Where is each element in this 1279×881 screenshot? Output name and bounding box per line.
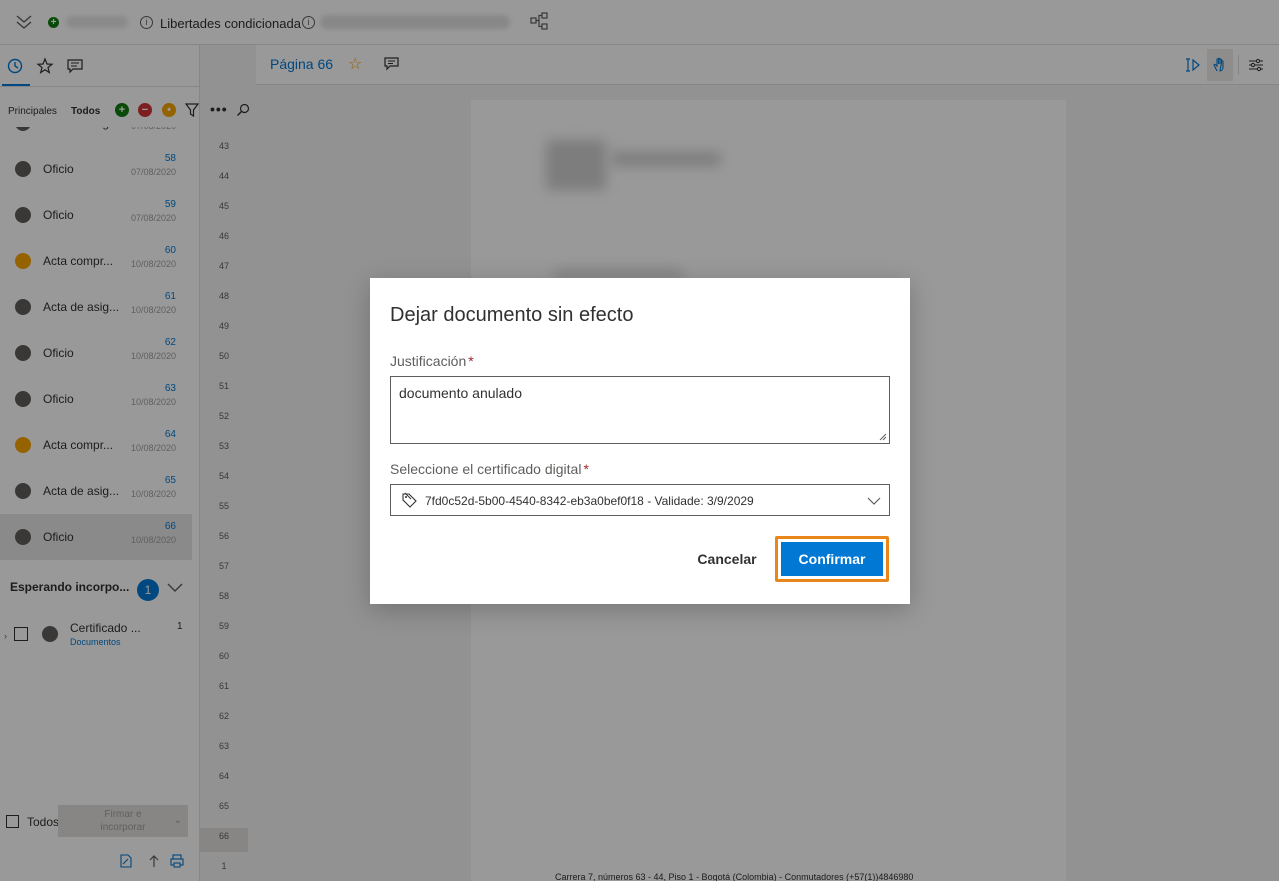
certificate-label: Seleccione el certificado digital *: [390, 461, 589, 477]
certificate-value: 7fd0c52d-5b00-4540-8342-eb3a0bef0f18 - V…: [425, 494, 754, 508]
tag-icon: [402, 492, 417, 508]
void-document-dialog: Dejar documento sin efecto Justificación…: [370, 278, 910, 604]
justification-label-text: Justificación: [390, 353, 467, 369]
certificate-dropdown[interactable]: 7fd0c52d-5b00-4540-8342-eb3a0bef0f18 - V…: [390, 484, 890, 516]
resize-grip-icon[interactable]: [879, 433, 887, 441]
required-marker: *: [583, 461, 589, 477]
cancel-button[interactable]: Cancelar: [688, 542, 766, 576]
confirm-highlight: Confirmar: [775, 536, 889, 582]
justification-textarea[interactable]: documento anulado: [390, 376, 890, 444]
required-marker: *: [468, 353, 474, 369]
justification-value: documento anulado: [399, 385, 522, 401]
certificate-label-text: Seleccione el certificado digital: [390, 461, 582, 477]
dialog-title: Dejar documento sin efecto: [390, 304, 634, 326]
confirm-button[interactable]: Confirmar: [781, 542, 883, 576]
chevron-down-icon: [867, 497, 881, 505]
justification-label: Justificación *: [390, 353, 474, 369]
